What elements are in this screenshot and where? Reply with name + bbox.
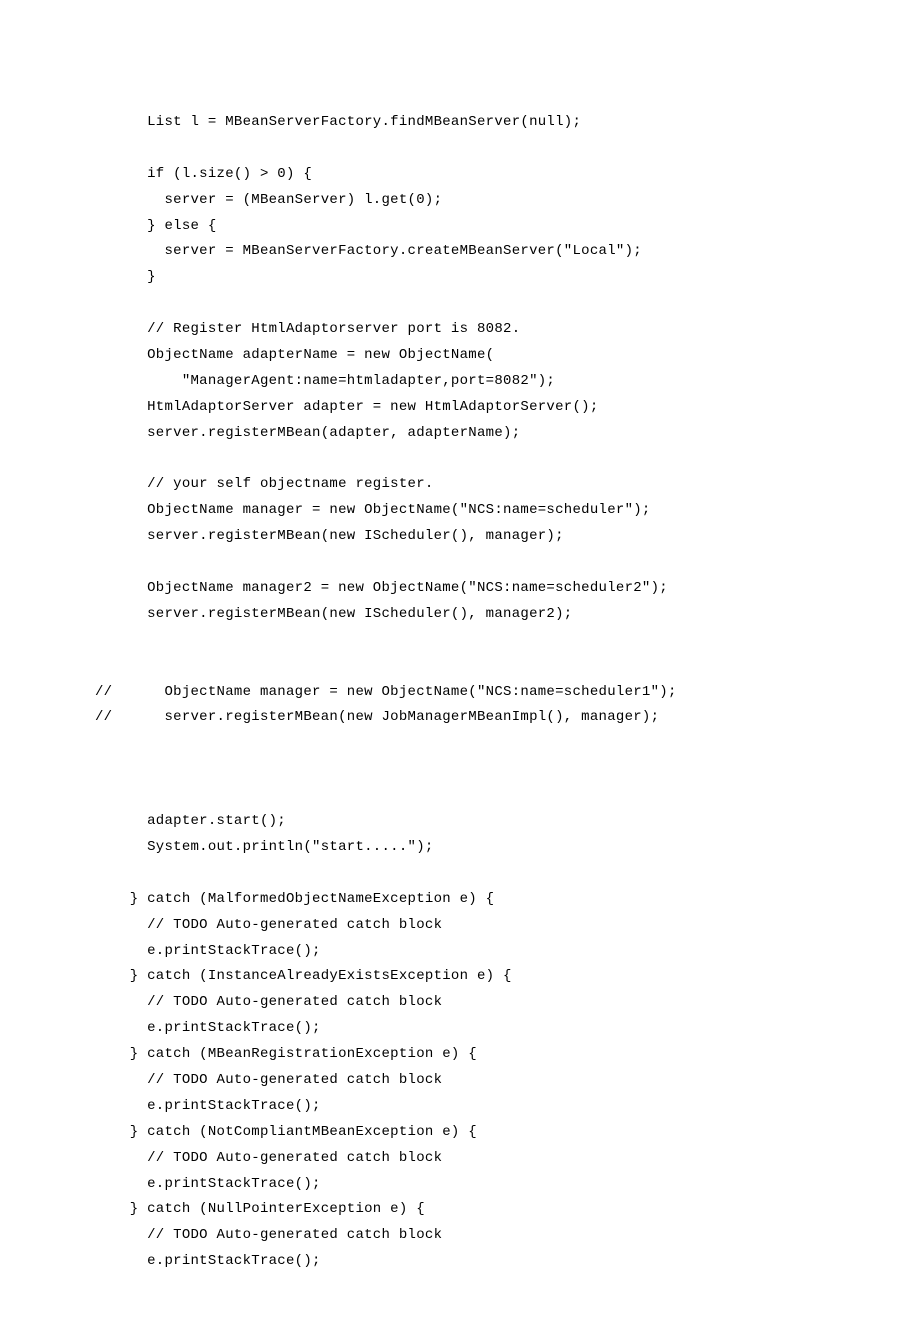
code-block: List l = MBeanServerFactory.findMBeanSer…	[95, 110, 850, 1275]
document-page: List l = MBeanServerFactory.findMBeanSer…	[0, 0, 920, 1335]
